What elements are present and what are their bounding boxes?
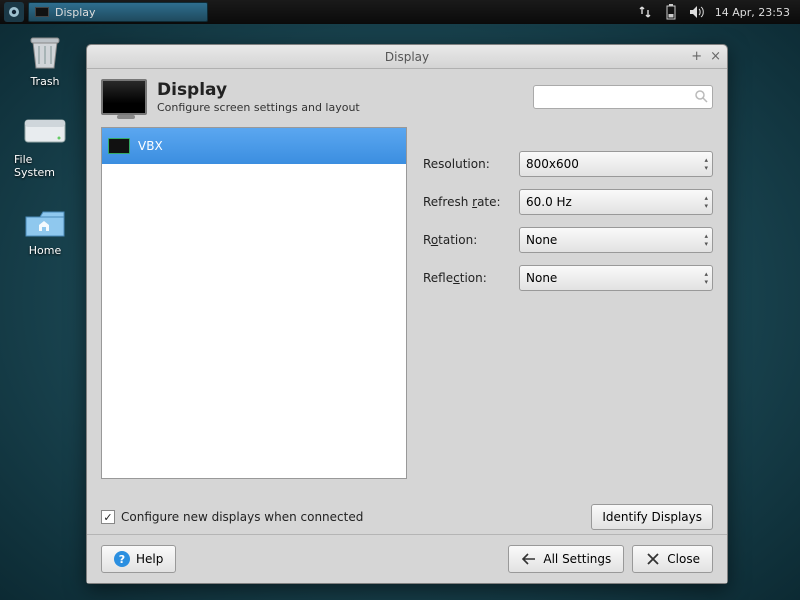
all-settings-button[interactable]: All Settings xyxy=(508,545,624,573)
display-list-item[interactable]: VBX xyxy=(102,128,406,164)
help-button[interactable]: ? Help xyxy=(101,545,176,573)
display-name: VBX xyxy=(138,139,163,153)
reflection-label: Reflection: xyxy=(423,271,511,285)
desktop-icon-label: File System xyxy=(14,153,76,179)
refresh-rate-label: Refresh rate: xyxy=(423,195,511,209)
window-title: Display xyxy=(385,50,429,64)
page-subtitle: Configure screen settings and layout xyxy=(157,101,360,114)
desktop-icon-filesystem[interactable]: File System xyxy=(14,112,76,179)
search-icon xyxy=(694,88,708,107)
display-list[interactable]: VBX xyxy=(101,127,407,479)
desktop-icon-trash[interactable]: Trash xyxy=(14,34,76,88)
battery-icon[interactable] xyxy=(663,4,679,20)
monitor-icon xyxy=(35,7,49,17)
refresh-rate-select[interactable]: 60.0 Hz ▴▾ xyxy=(519,189,713,215)
settings-column: Resolution: 800x600 ▴▾ Refresh rate: 60.… xyxy=(423,127,713,490)
top-panel: Display 14 Apr, 23:53 xyxy=(0,0,800,24)
volume-icon[interactable] xyxy=(689,4,705,20)
rotation-select[interactable]: None ▴▾ xyxy=(519,227,713,253)
checkbox-icon: ✓ xyxy=(101,510,115,524)
desktop-icons: Trash File System Home xyxy=(14,34,76,257)
resolution-label: Resolution: xyxy=(423,157,511,171)
rotation-value: None xyxy=(526,233,557,247)
spinner-icon: ▴▾ xyxy=(704,270,708,286)
page-title: Display xyxy=(157,80,360,100)
network-icon[interactable] xyxy=(637,4,653,20)
checkbox-label: Configure new displays when connected xyxy=(121,510,363,524)
footer: ? Help All Settings Close xyxy=(87,534,727,583)
desktop-icon-label: Trash xyxy=(30,75,59,88)
all-settings-label: All Settings xyxy=(543,552,611,566)
desktop-icon-home[interactable]: Home xyxy=(14,203,76,257)
close-button[interactable]: Close xyxy=(632,545,713,573)
close-icon xyxy=(645,551,661,567)
reflection-value: None xyxy=(526,271,557,285)
refresh-rate-value: 60.0 Hz xyxy=(526,195,572,209)
spinner-icon: ▴▾ xyxy=(704,194,708,210)
search-input[interactable] xyxy=(533,85,713,109)
whisker-menu-icon[interactable] xyxy=(4,2,24,22)
maximize-icon[interactable]: + xyxy=(691,49,702,64)
help-label: Help xyxy=(136,552,163,566)
resolution-value: 800x600 xyxy=(526,157,579,171)
close-label: Close xyxy=(667,552,700,566)
header: Display Configure screen settings and la… xyxy=(87,69,727,123)
resolution-select[interactable]: 800x600 ▴▾ xyxy=(519,151,713,177)
taskbar-item-display[interactable]: Display xyxy=(28,2,208,22)
titlebar[interactable]: Display + × xyxy=(87,45,727,69)
reflection-select[interactable]: None ▴▾ xyxy=(519,265,713,291)
identify-displays-button[interactable]: Identify Displays xyxy=(591,504,713,530)
help-icon: ? xyxy=(114,551,130,567)
taskbar-item-label: Display xyxy=(55,6,96,19)
rotation-label: Rotation: xyxy=(423,233,511,247)
configure-new-displays-checkbox[interactable]: ✓ Configure new displays when connected xyxy=(101,510,363,524)
monitor-icon xyxy=(108,138,130,154)
display-icon xyxy=(101,79,147,115)
desktop-icon-label: Home xyxy=(29,244,61,257)
close-icon[interactable]: × xyxy=(710,49,721,64)
display-settings-window: Display + × Display Configure screen set… xyxy=(86,44,728,584)
clock[interactable]: 14 Apr, 23:53 xyxy=(715,6,790,19)
spinner-icon: ▴▾ xyxy=(704,232,708,248)
spinner-icon: ▴▾ xyxy=(704,156,708,172)
arrow-left-icon xyxy=(521,551,537,567)
